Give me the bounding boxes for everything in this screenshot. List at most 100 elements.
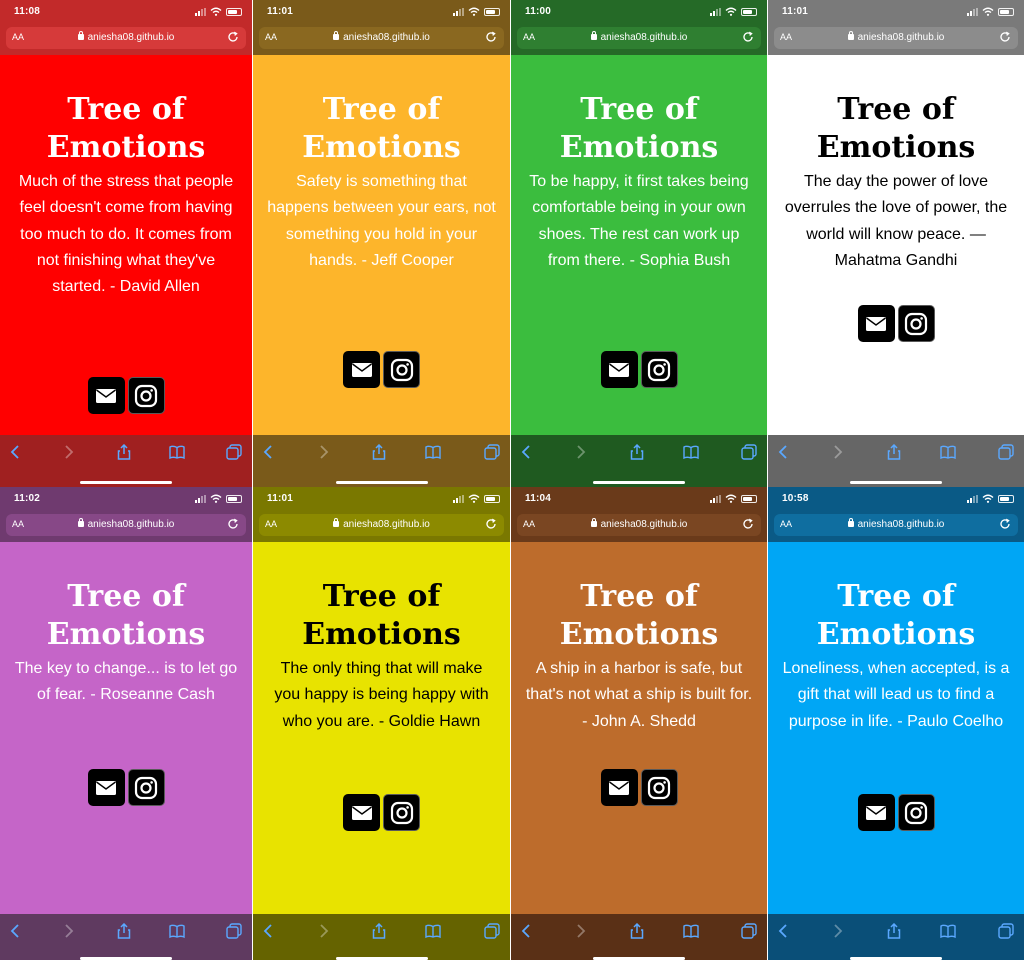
url-text[interactable]: aniesha08.github.io	[259, 518, 504, 530]
back-icon[interactable]	[519, 444, 535, 460]
back-icon[interactable]	[261, 444, 277, 460]
instagram-glyph	[390, 801, 413, 824]
mail-icon[interactable]	[600, 769, 638, 806]
forward-icon[interactable]	[572, 444, 588, 460]
reload-icon[interactable]	[998, 30, 1012, 44]
address-bar[interactable]: AA aniesha08.github.io	[517, 514, 761, 536]
forward-icon[interactable]	[315, 923, 331, 939]
url-text[interactable]: aniesha08.github.io	[6, 31, 246, 43]
mail-icon[interactable]	[343, 794, 380, 831]
mail-icon[interactable]	[600, 351, 638, 388]
share-icon[interactable]	[629, 922, 645, 939]
instagram-icon[interactable]	[640, 351, 678, 388]
share-icon[interactable]	[629, 443, 645, 460]
forward-icon[interactable]	[60, 444, 76, 460]
bookmarks-icon[interactable]	[169, 923, 185, 939]
back-icon[interactable]	[776, 923, 792, 939]
share-icon[interactable]	[116, 443, 132, 460]
reload-icon[interactable]	[998, 517, 1012, 531]
share-icon[interactable]	[371, 443, 387, 460]
forward-glyph	[577, 445, 586, 459]
bookmarks-icon[interactable]	[169, 444, 185, 460]
reload-icon[interactable]	[484, 517, 498, 531]
back-glyph	[521, 445, 530, 459]
instagram-icon[interactable]	[127, 377, 165, 414]
mail-icon[interactable]	[87, 377, 125, 414]
wifi-icon	[468, 7, 480, 16]
back-icon[interactable]	[8, 444, 24, 460]
url-text[interactable]: aniesha08.github.io	[259, 31, 504, 43]
back-icon[interactable]	[261, 923, 277, 939]
instagram-icon[interactable]	[383, 351, 420, 388]
address-bar[interactable]: AA aniesha08.github.io	[6, 514, 246, 536]
tabs-icon[interactable]	[998, 923, 1014, 939]
reload-icon[interactable]	[741, 517, 755, 531]
back-icon[interactable]	[8, 923, 24, 939]
bookmarks-icon[interactable]	[683, 444, 699, 460]
tabs-icon[interactable]	[741, 444, 757, 460]
forward-icon[interactable]	[572, 923, 588, 939]
tabs-glyph	[226, 444, 242, 460]
status-icons	[195, 494, 242, 503]
tabs-icon[interactable]	[741, 923, 757, 939]
instagram-icon[interactable]	[383, 794, 420, 831]
mail-icon[interactable]	[343, 351, 380, 388]
screenshot-grid: 11:08 AA aniesha08.github.io Tree of Emo…	[0, 0, 1024, 960]
battery-icon	[998, 7, 1014, 16]
back-icon[interactable]	[776, 444, 792, 460]
back-icon[interactable]	[519, 923, 535, 939]
bookmarks-icon[interactable]	[425, 444, 441, 460]
quote-text: Safety is something that happens between…	[267, 173, 496, 269]
instagram-icon[interactable]	[897, 794, 935, 831]
address-bar[interactable]: AA aniesha08.github.io	[259, 514, 504, 536]
address-bar[interactable]: AA aniesha08.github.io	[774, 514, 1018, 536]
url-text[interactable]: aniesha08.github.io	[6, 518, 246, 530]
browser-toolbar	[511, 914, 767, 960]
share-icon[interactable]	[371, 922, 387, 939]
bookmarks-icon[interactable]	[940, 444, 956, 460]
forward-icon[interactable]	[60, 923, 76, 939]
instagram-icon[interactable]	[897, 305, 935, 342]
page-content: Tree of Emotions Much of the stress that…	[0, 55, 252, 300]
status-time: 11:01	[267, 6, 294, 17]
phone-screen: 11:01 AA aniesha08.github.io Tree of Emo…	[768, 0, 1024, 487]
bookmarks-icon[interactable]	[940, 923, 956, 939]
instagram-icon[interactable]	[640, 769, 678, 806]
back-glyph	[521, 924, 530, 938]
bookmarks-icon[interactable]	[425, 923, 441, 939]
reload-icon[interactable]	[741, 30, 755, 44]
tabs-icon[interactable]	[484, 444, 500, 460]
share-icon[interactable]	[116, 922, 132, 939]
mail-icon[interactable]	[857, 794, 895, 831]
address-bar[interactable]: AA aniesha08.github.io	[517, 27, 761, 49]
url-text[interactable]: aniesha08.github.io	[517, 31, 761, 43]
instagram-icon[interactable]	[127, 769, 165, 806]
page-content: Tree of Emotions The only thing that wil…	[253, 542, 510, 735]
url-text[interactable]: aniesha08.github.io	[517, 518, 761, 530]
share-icon[interactable]	[886, 443, 902, 460]
forward-icon[interactable]	[829, 923, 845, 939]
tabs-icon[interactable]	[226, 444, 242, 460]
mail-icon[interactable]	[857, 305, 895, 342]
forward-icon[interactable]	[315, 444, 331, 460]
tabs-icon[interactable]	[226, 923, 242, 939]
address-bar[interactable]: AA aniesha08.github.io	[774, 27, 1018, 49]
mail-icon[interactable]	[87, 769, 125, 806]
reload-icon[interactable]	[484, 30, 498, 44]
share-glyph	[117, 443, 131, 460]
url-text[interactable]: aniesha08.github.io	[774, 518, 1018, 530]
reload-icon[interactable]	[226, 517, 240, 531]
forward-icon[interactable]	[829, 444, 845, 460]
share-icon[interactable]	[886, 922, 902, 939]
reload-icon[interactable]	[226, 30, 240, 44]
address-bar[interactable]: AA aniesha08.github.io	[6, 27, 246, 49]
phone-screen: 11:01 AA aniesha08.github.io Tree of Emo…	[253, 487, 510, 960]
reload-glyph	[228, 518, 238, 529]
tabs-icon[interactable]	[484, 923, 500, 939]
reload-glyph	[743, 518, 753, 529]
url-text[interactable]: aniesha08.github.io	[774, 31, 1018, 43]
bookmarks-icon[interactable]	[683, 923, 699, 939]
wifi-icon	[982, 494, 994, 503]
address-bar[interactable]: AA aniesha08.github.io	[259, 27, 504, 49]
tabs-icon[interactable]	[998, 444, 1014, 460]
